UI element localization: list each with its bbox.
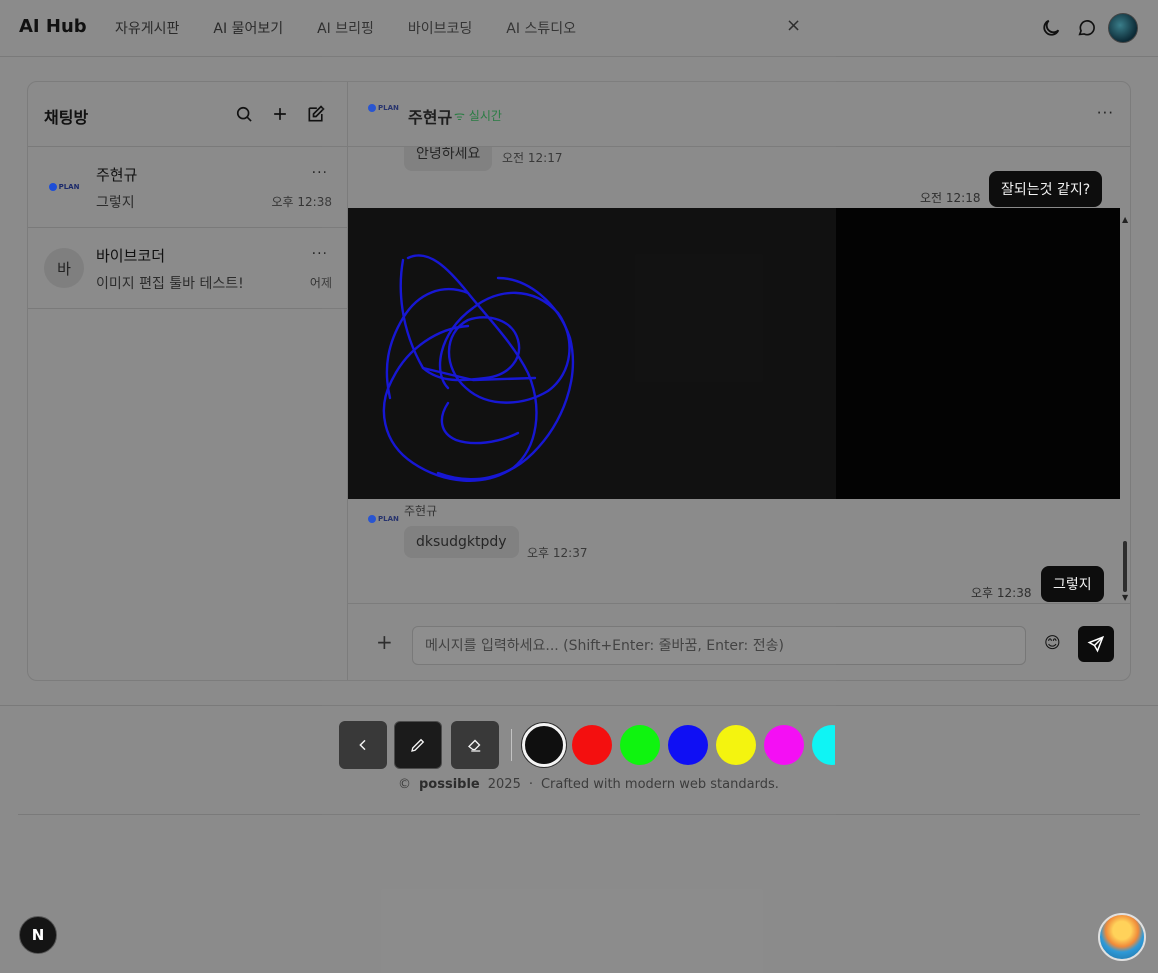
scrollbar-thumb[interactable] bbox=[1123, 541, 1127, 592]
color-swatch-cyan[interactable] bbox=[812, 725, 835, 765]
room-name: 주현규 bbox=[96, 166, 138, 184]
chat-partner-name: 주현규 bbox=[408, 108, 453, 127]
beach-avatar[interactable] bbox=[1098, 913, 1146, 961]
message-bubble: 잘되는것 같지? bbox=[989, 171, 1103, 207]
footer-credits: © possible 2025 · Crafted with modern we… bbox=[398, 777, 779, 792]
message-time: 오후 12:38 bbox=[971, 586, 1032, 600]
room-time: 어제 bbox=[309, 276, 332, 290]
drawing-canvas[interactable] bbox=[348, 208, 1120, 499]
toolbar-divider bbox=[511, 729, 512, 761]
send-button[interactable] bbox=[1078, 626, 1114, 662]
edit-icon[interactable] bbox=[306, 104, 326, 124]
footer-divider bbox=[0, 705, 1158, 706]
more-icon[interactable]: ··· bbox=[312, 165, 328, 181]
live-status: ᯤ 실시간 bbox=[454, 109, 502, 123]
back-button[interactable] bbox=[339, 721, 387, 769]
chat-room-item[interactable]: PLAN 주현규 그렇지 오후 12:38 ··· bbox=[28, 147, 348, 228]
next-badge[interactable]: N bbox=[19, 916, 57, 954]
scroll-down-arrow[interactable]: ▼ bbox=[1122, 593, 1128, 602]
footer-divider bbox=[18, 814, 1140, 815]
chat-header: PLAN 주현규 ᯤ 실시간 ··· bbox=[348, 82, 1130, 147]
message-time: 오전 12:17 bbox=[502, 151, 563, 165]
room-preview: 그렇지 bbox=[96, 195, 135, 211]
color-swatch-black[interactable] bbox=[522, 723, 566, 767]
sender-name: 주현규 bbox=[404, 504, 438, 518]
chat-sidebar: 채팅방 PLAN 주현규 그렇지 오후 12:38 ··· 바 바이브코더 이미… bbox=[28, 82, 348, 680]
footer-tagline: Crafted with modern web standards. bbox=[540, 777, 779, 792]
color-swatch-red[interactable] bbox=[572, 725, 612, 765]
nav-ai-studio[interactable]: AI 스튜디오 bbox=[506, 18, 576, 38]
chevron-left-icon bbox=[359, 739, 366, 751]
footer-separator: · bbox=[528, 777, 533, 792]
plan-logo-avatar: PLAN bbox=[368, 104, 399, 112]
eraser-button[interactable] bbox=[451, 721, 499, 769]
drawn-strokes bbox=[382, 254, 575, 482]
footer-year: 2025 bbox=[487, 777, 521, 792]
plan-logo-avatar: PLAN bbox=[368, 515, 399, 523]
sidebar-title: 채팅방 bbox=[44, 108, 89, 127]
app-logo[interactable]: AI Hub bbox=[19, 16, 87, 37]
message-composer: + 😊 bbox=[348, 603, 1130, 680]
plus-icon[interactable] bbox=[270, 104, 290, 124]
top-header: AI Hub 자유게시판 AI 물어보기 AI 브리핑 바이브코딩 AI 스튜디… bbox=[0, 0, 1158, 57]
color-swatch-magenta[interactable] bbox=[764, 725, 804, 765]
scroll-up-arrow[interactable]: ▲ bbox=[1122, 215, 1128, 224]
chat-room-item[interactable]: 바 바이브코더 이미지 편집 툴바 테스트! 어제 ··· bbox=[28, 228, 348, 309]
message-time: 오후 12:37 bbox=[527, 546, 588, 560]
message-bubble: dksudgktpdy bbox=[404, 526, 519, 558]
emoji-button[interactable]: 😊 bbox=[1044, 633, 1061, 652]
pen-button[interactable] bbox=[394, 721, 442, 769]
search-icon[interactable] bbox=[234, 104, 254, 124]
nav-ai-ask[interactable]: AI 물어보기 bbox=[213, 18, 283, 38]
copyright-icon: © bbox=[398, 777, 411, 792]
message-bubble: 안녕하세요 bbox=[404, 147, 493, 171]
footer-brand: possible bbox=[419, 777, 480, 792]
send-icon bbox=[1087, 635, 1105, 653]
more-icon[interactable]: ··· bbox=[312, 246, 328, 262]
main-nav: 자유게시판 AI 물어보기 AI 브리핑 바이브코딩 AI 스튜디오 bbox=[115, 18, 610, 38]
close-icon[interactable]: × bbox=[786, 15, 801, 36]
user-avatar[interactable] bbox=[1108, 13, 1138, 43]
message-time: 오전 12:18 bbox=[920, 191, 981, 205]
pencil-icon bbox=[411, 738, 425, 752]
room-avatar: 바 bbox=[44, 248, 84, 288]
nav-free-board[interactable]: 자유게시판 bbox=[115, 18, 179, 38]
color-swatch-blue[interactable] bbox=[668, 725, 708, 765]
attach-plus-button[interactable]: + bbox=[376, 630, 393, 654]
swatch-clip bbox=[812, 725, 835, 765]
message-bubble: 그렇지 bbox=[1041, 566, 1104, 602]
color-swatch-green[interactable] bbox=[620, 725, 660, 765]
message-input[interactable] bbox=[412, 626, 1026, 665]
plan-logo-avatar: PLAN bbox=[44, 167, 84, 207]
room-time: 오후 12:38 bbox=[271, 195, 332, 209]
nav-ai-briefing[interactable]: AI 브리핑 bbox=[317, 18, 374, 38]
room-name: 바이브코더 bbox=[96, 247, 166, 265]
room-preview: 이미지 편집 툴바 테스트! bbox=[96, 276, 244, 292]
eraser-icon bbox=[467, 739, 481, 752]
color-swatch-yellow[interactable] bbox=[716, 725, 756, 765]
moon-icon[interactable] bbox=[1040, 17, 1062, 39]
nav-vibe-coding[interactable]: 바이브코딩 bbox=[408, 18, 472, 38]
more-icon[interactable]: ··· bbox=[1097, 104, 1114, 122]
chat-bubble-icon[interactable] bbox=[1076, 17, 1098, 39]
sidebar-header: 채팅방 bbox=[28, 82, 348, 147]
